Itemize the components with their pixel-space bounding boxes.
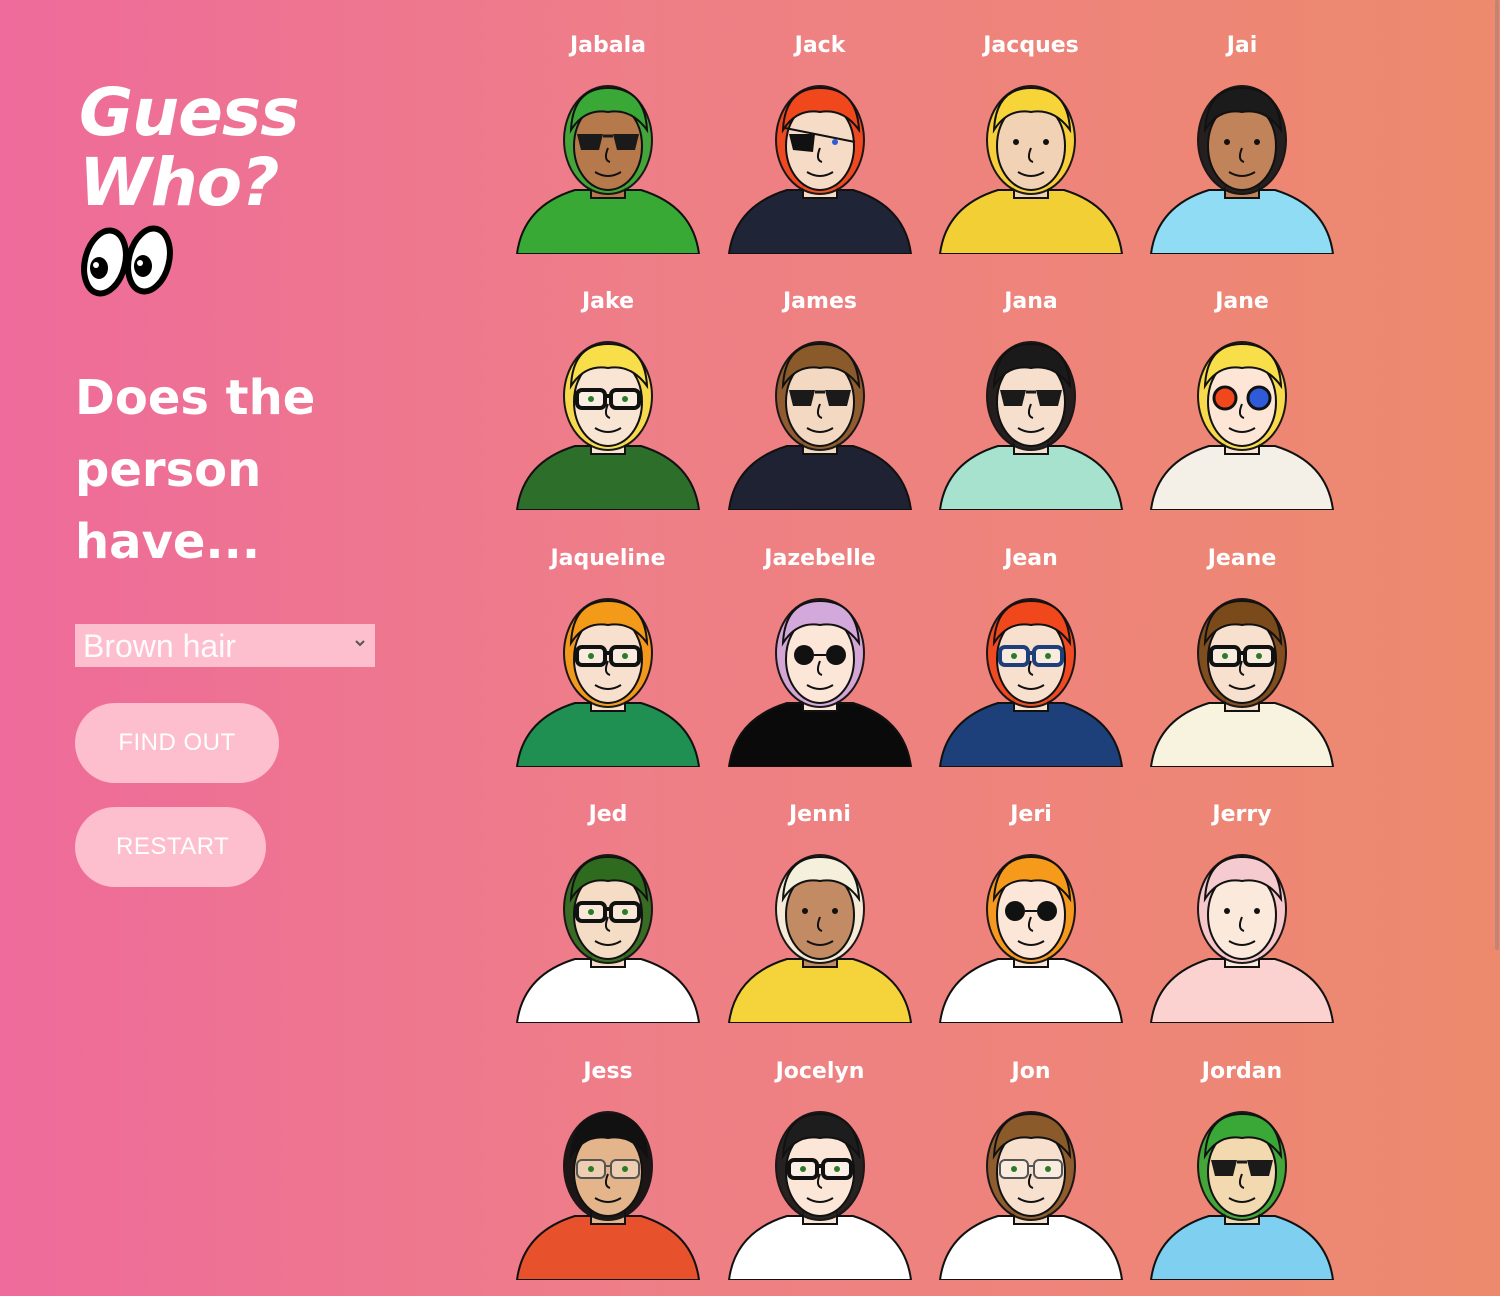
character-card[interactable]: Jed — [502, 799, 714, 1039]
character-portrait — [515, 1111, 701, 1280]
character-name: Jocelyn — [775, 1059, 865, 1084]
character-card[interactable]: Jon — [925, 1056, 1137, 1296]
character-portrait — [1149, 1111, 1335, 1280]
character-card[interactable]: Jean — [925, 543, 1137, 783]
character-portrait — [727, 341, 913, 510]
character-name: Jed — [588, 802, 628, 827]
character-card[interactable]: Jess — [502, 1056, 714, 1296]
question-heading: Does the person have... — [75, 370, 316, 570]
character-portrait — [727, 598, 913, 767]
character-portrait — [515, 598, 701, 767]
character-card[interactable]: Jenni — [714, 799, 926, 1039]
character-name: Jordan — [1201, 1059, 1283, 1084]
character-name: Jaqueline — [550, 546, 666, 571]
character-portrait — [727, 854, 913, 1023]
character-portrait — [938, 1111, 1124, 1280]
character-portrait — [1149, 854, 1335, 1023]
character-portrait — [1149, 85, 1335, 254]
character-name: Jacques — [983, 33, 1079, 58]
character-card[interactable]: Jazebelle — [714, 543, 926, 783]
character-name: Jake — [582, 289, 634, 314]
page-scrollbar[interactable] — [1494, 0, 1500, 1218]
character-portrait — [727, 85, 913, 254]
character-name: Jenni — [789, 802, 851, 827]
character-name: Jabala — [569, 33, 646, 58]
attribute-select[interactable]: Brown hair — [75, 624, 375, 667]
character-name: Jane — [1215, 289, 1269, 314]
character-name: Jeane — [1207, 546, 1277, 571]
character-portrait — [727, 1111, 913, 1280]
character-card[interactable]: Jack — [714, 30, 926, 270]
character-portrait — [938, 854, 1124, 1023]
character-card[interactable]: Jake — [502, 286, 714, 526]
logo-line-1: Guess — [79, 74, 299, 151]
character-portrait — [1149, 341, 1335, 510]
character-portrait — [938, 85, 1124, 254]
attribute-select-value: Brown hair — [83, 628, 236, 664]
character-card[interactable]: Jaqueline — [502, 543, 714, 783]
googly-eyes-icon — [81, 225, 173, 297]
character-name: James — [783, 289, 857, 314]
restart-button[interactable]: RESTART — [75, 807, 266, 887]
sidebar: Guess Who? Does the person have... Brown… — [75, 78, 385, 887]
find-out-button[interactable]: FIND OUT — [75, 703, 279, 783]
character-card[interactable]: Jordan — [1136, 1056, 1348, 1296]
character-name: Jazebelle — [764, 546, 876, 571]
character-name: Jess — [583, 1059, 633, 1084]
scrollbar-thumb[interactable] — [1495, 0, 1499, 950]
character-card[interactable]: Jacques — [925, 30, 1137, 270]
character-card[interactable]: Jana — [925, 286, 1137, 526]
character-name: Jana — [1004, 289, 1058, 314]
character-portrait — [938, 341, 1124, 510]
character-card[interactable]: Jabala — [502, 30, 714, 270]
character-name: Jai — [1226, 33, 1258, 58]
chevron-down-icon — [355, 640, 365, 647]
character-card[interactable]: Jeri — [925, 799, 1137, 1039]
game-logo: Guess Who? — [75, 78, 385, 218]
character-card[interactable]: Jane — [1136, 286, 1348, 526]
character-name: Jeri — [1010, 802, 1052, 827]
character-portrait — [1149, 598, 1335, 767]
character-name: Jon — [1011, 1059, 1051, 1084]
character-portrait — [515, 341, 701, 510]
character-card[interactable]: Jeane — [1136, 543, 1348, 783]
character-card[interactable]: James — [714, 286, 926, 526]
character-portrait — [515, 85, 701, 254]
character-portrait — [938, 598, 1124, 767]
character-name: Jerry — [1212, 802, 1272, 827]
character-card[interactable]: Jerry — [1136, 799, 1348, 1039]
character-portrait — [515, 854, 701, 1023]
character-name: Jack — [794, 33, 846, 58]
character-name: Jean — [1004, 546, 1058, 571]
character-card[interactable]: Jocelyn — [714, 1056, 926, 1296]
logo-line-2: Who? — [79, 144, 279, 221]
character-card[interactable]: Jai — [1136, 30, 1348, 270]
